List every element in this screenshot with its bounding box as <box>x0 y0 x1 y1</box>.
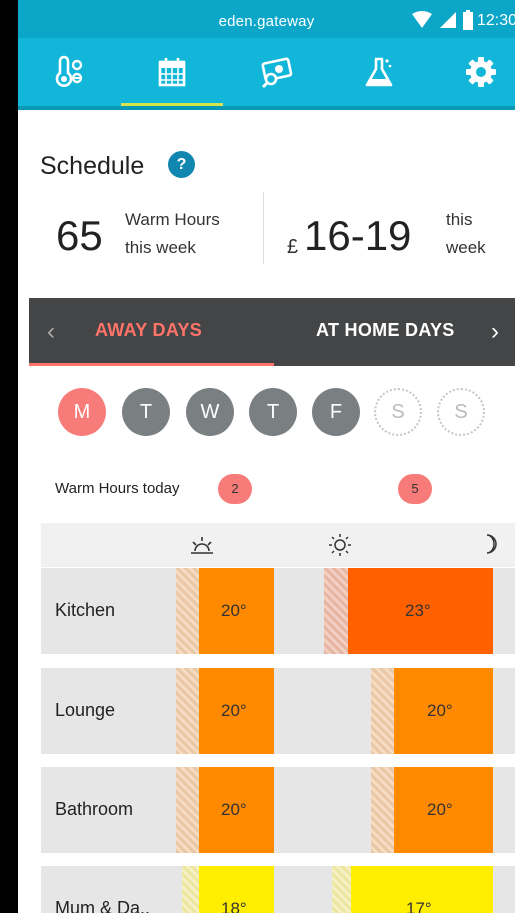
morning-heating-block[interactable]: 20° <box>199 668 274 754</box>
morning-temp: 20° <box>221 601 247 620</box>
nav-lab[interactable] <box>329 38 429 106</box>
nav-thermometer[interactable] <box>19 38 119 106</box>
preheat-block <box>176 767 199 853</box>
room-row-kitchen[interactable]: Kitchen 20° 23° <box>41 568 515 654</box>
morning-temp: 18° <box>221 899 247 913</box>
tab-at-home-days[interactable]: AT HOME DAYS <box>316 320 455 341</box>
signal-icon <box>440 12 456 28</box>
help-icon[interactable]: ? <box>168 151 195 178</box>
preheat-block <box>176 568 199 654</box>
warm-hours-evening-badge: 5 <box>398 474 432 504</box>
flask-icon <box>365 57 393 87</box>
warm-hours-morning-badge: 2 <box>218 474 252 504</box>
evening-heating-block[interactable]: 23° <box>348 568 493 654</box>
battery-icon <box>463 10 473 30</box>
morning-temp: 20° <box>221 701 247 720</box>
status-bar: eden.gateway 12:30 <box>18 0 515 38</box>
page-title: Schedule <box>40 152 145 180</box>
wifi-icon <box>412 11 432 28</box>
tab-away-days[interactable]: AWAY DAYS <box>95 320 202 341</box>
app-screen: eden.gateway 12:30 Schedule ? 65 Warm Ho… <box>18 0 515 913</box>
evening-heating-block[interactable]: 17° <box>351 866 493 913</box>
preheat-block <box>371 767 394 853</box>
preheat-block <box>176 668 199 754</box>
day-monday[interactable]: M <box>58 388 106 436</box>
evening-temp: 17° <box>406 899 432 913</box>
time-of-day-header <box>41 523 515 567</box>
cost-week-value: 16-19 <box>304 212 412 259</box>
cost-week-label-line2: week <box>446 238 486 257</box>
evening-heating-block[interactable]: 20° <box>394 767 493 853</box>
morning-heating-block[interactable]: 18° <box>199 866 274 913</box>
calendar-icon <box>158 58 186 87</box>
next-arrow-icon[interactable]: › <box>491 318 499 346</box>
day-thursday[interactable]: T <box>249 388 297 436</box>
day-type-selector: ‹ AWAY DAYS AT HOME DAYS › <box>29 298 515 366</box>
money-search-icon <box>261 57 293 89</box>
morning-heating-block[interactable]: 20° <box>199 767 274 853</box>
moon-icon <box>486 534 497 554</box>
room-row-mum-and-dad[interactable]: Mum & Da.. 18° 17° <box>41 866 515 913</box>
day-tuesday[interactable]: T <box>122 388 170 436</box>
top-navigation <box>18 38 515 106</box>
cost-week-label-line1: this <box>446 210 473 229</box>
tab-active-indicator <box>29 363 274 366</box>
nav-finance[interactable] <box>227 38 327 106</box>
room-name: Bathroom <box>55 799 134 819</box>
warm-hours-today-label: Warm Hours today <box>55 480 180 497</box>
preheat-block <box>182 866 199 913</box>
nav-calendar[interactable] <box>122 38 222 106</box>
morning-temp: 20° <box>221 800 247 819</box>
thermometer-icon <box>55 55 83 87</box>
day-friday[interactable]: F <box>312 388 360 436</box>
evening-temp: 23° <box>405 601 431 620</box>
evening-temp: 20° <box>427 800 453 819</box>
room-name: Lounge <box>55 700 116 720</box>
previous-arrow-icon[interactable]: ‹ <box>47 318 55 346</box>
stats-divider <box>263 192 264 264</box>
warm-hours-week-label-line2: this week <box>125 238 196 257</box>
nav-divider <box>18 106 515 110</box>
nav-settings[interactable] <box>431 38 515 106</box>
evening-heating-block[interactable]: 20° <box>394 668 493 754</box>
currency-symbol: £ <box>287 236 299 258</box>
room-row-lounge[interactable]: Lounge 20° 20° <box>41 668 515 754</box>
day-saturday[interactable]: S <box>374 388 422 436</box>
day-sunday[interactable]: S <box>437 388 485 436</box>
warm-hours-week-label-line1: Warm Hours <box>125 210 220 229</box>
room-name: Kitchen <box>55 600 116 620</box>
sun-icon <box>329 534 351 556</box>
sunrise-icon <box>191 537 213 554</box>
status-icons <box>411 10 473 30</box>
warm-hours-week-value: 65 <box>56 212 103 259</box>
day-wednesday[interactable]: W <box>186 388 234 436</box>
clock: 12:30 <box>476 12 515 29</box>
morning-heating-block[interactable]: 20° <box>199 568 274 654</box>
room-name: Mum & Da.. <box>55 898 151 913</box>
preheat-block <box>332 866 351 913</box>
preheat-block <box>324 568 348 654</box>
evening-temp: 20° <box>427 701 453 720</box>
preheat-block <box>371 668 394 754</box>
room-row-bathroom[interactable]: Bathroom 20° 20° <box>41 767 515 853</box>
gear-icon <box>466 57 496 87</box>
